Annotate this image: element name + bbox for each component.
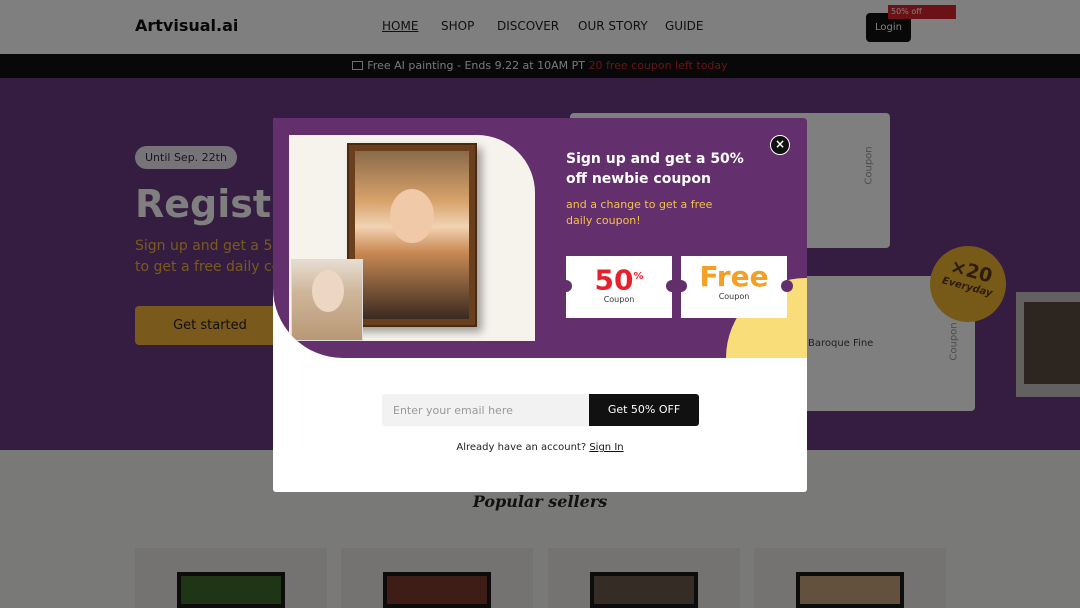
portrait-face: [390, 189, 434, 243]
modal-subtitle: and a change to get a free daily coupon!: [566, 198, 713, 227]
get-coupon-button[interactable]: Get 50% OFF: [589, 394, 699, 426]
artwork-panel: [289, 135, 535, 341]
coupon-value: Free: [699, 260, 769, 293]
framed-portrait: [347, 143, 477, 327]
sign-in-link[interactable]: Sign In: [589, 442, 623, 453]
coupon-50-percent: 50% Coupon: [560, 256, 678, 318]
email-input[interactable]: [382, 394, 589, 426]
account-text: Already have an account?: [456, 442, 587, 453]
original-photo-thumbnail: [291, 259, 363, 341]
close-icon[interactable]: ×: [770, 135, 790, 155]
portrait-painting: [355, 151, 469, 319]
coupon-label: Coupon: [603, 295, 635, 305]
account-prompt: Already have an account? Sign In: [273, 442, 807, 453]
coupon-value: 50%: [594, 263, 644, 297]
modal-title: Sign up and get a 50% off newbie coupon: [566, 151, 744, 187]
signup-modal: Sign up and get a 50% off newbie coupon …: [273, 118, 807, 492]
coupon-free: Free Coupon: [675, 256, 793, 318]
thumbnail-face: [312, 270, 344, 312]
coupon-label: Coupon: [718, 292, 750, 301]
modal-banner: Sign up and get a 50% off newbie coupon …: [273, 118, 807, 358]
